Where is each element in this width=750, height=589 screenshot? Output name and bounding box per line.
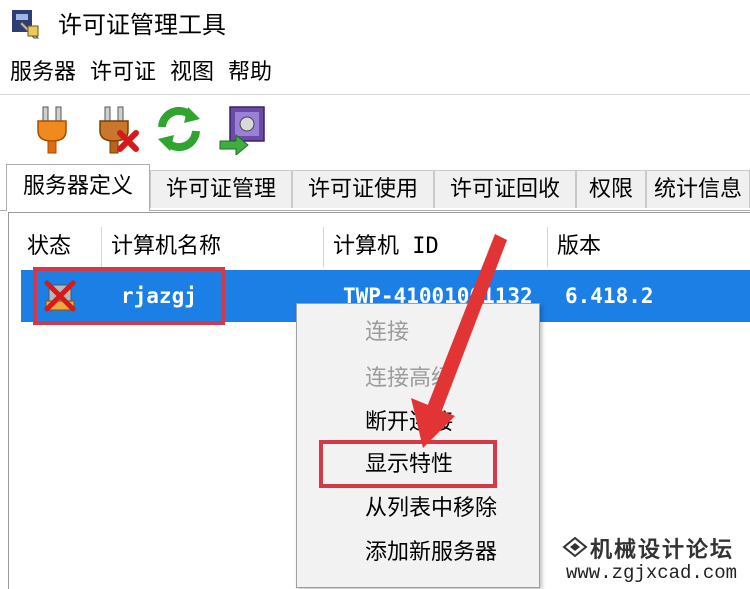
refresh-button[interactable] [154, 103, 204, 155]
column-separator [101, 227, 102, 267]
watermark: 机械设计论坛 www.zgjxcad.com [560, 532, 750, 588]
menu-license[interactable]: 许可证 [86, 58, 160, 88]
version-cell: 6.418.2 [565, 284, 654, 308]
plug-connect-icon [37, 106, 67, 154]
connect-button[interactable] [28, 103, 78, 155]
tab-statistics[interactable]: 统计信息 [646, 170, 750, 208]
menu-bar: 服务器 许可证 视图 帮助 [0, 55, 750, 91]
annotation-box-row [33, 267, 225, 325]
disconnect-button[interactable] [92, 103, 142, 155]
column-header-version[interactable]: 版本 [549, 227, 749, 267]
watermark-title: 机械设计论坛 [590, 537, 735, 563]
menu-item-remove-from-list[interactable]: 从列表中移除 [365, 494, 497, 524]
menu-server[interactable]: 服务器 [6, 58, 80, 88]
title-bar: 许可证管理工具 [0, 0, 750, 50]
column-header-computer-name[interactable]: 计算机名称 [103, 227, 323, 267]
menu-item-add-new-server[interactable]: 添加新服务器 [365, 538, 497, 568]
tab-license-management[interactable]: 许可证管理 [150, 170, 292, 208]
tab-server-definition[interactable]: 服务器定义 [6, 164, 150, 211]
tab-license-usage[interactable]: 许可证使用 [292, 170, 434, 208]
watermark-url: www.zgjxcad.com [566, 562, 738, 584]
export-icon [219, 106, 265, 157]
forum-logo-icon [562, 536, 588, 558]
annotation-arrow-icon [411, 234, 507, 448]
tab-permissions[interactable]: 权限 [576, 170, 646, 208]
column-separator [547, 227, 548, 267]
window-title: 许可证管理工具 [58, 11, 226, 39]
tab-license-recycle[interactable]: 许可证回收 [434, 170, 576, 208]
export-button[interactable] [218, 103, 268, 157]
tab-strip: 服务器定义 许可证管理 许可证使用 许可证回收 权限 统计信息 [0, 164, 750, 211]
license-tool-icon [12, 10, 40, 39]
menu-view[interactable]: 视图 [166, 58, 218, 88]
refresh-icon [158, 106, 200, 152]
column-separator [323, 227, 324, 267]
plug-disconnect-icon [99, 106, 139, 154]
toolbar [0, 94, 750, 161]
column-header-status[interactable]: 状态 [19, 227, 103, 267]
menu-help[interactable]: 帮助 [224, 58, 276, 88]
